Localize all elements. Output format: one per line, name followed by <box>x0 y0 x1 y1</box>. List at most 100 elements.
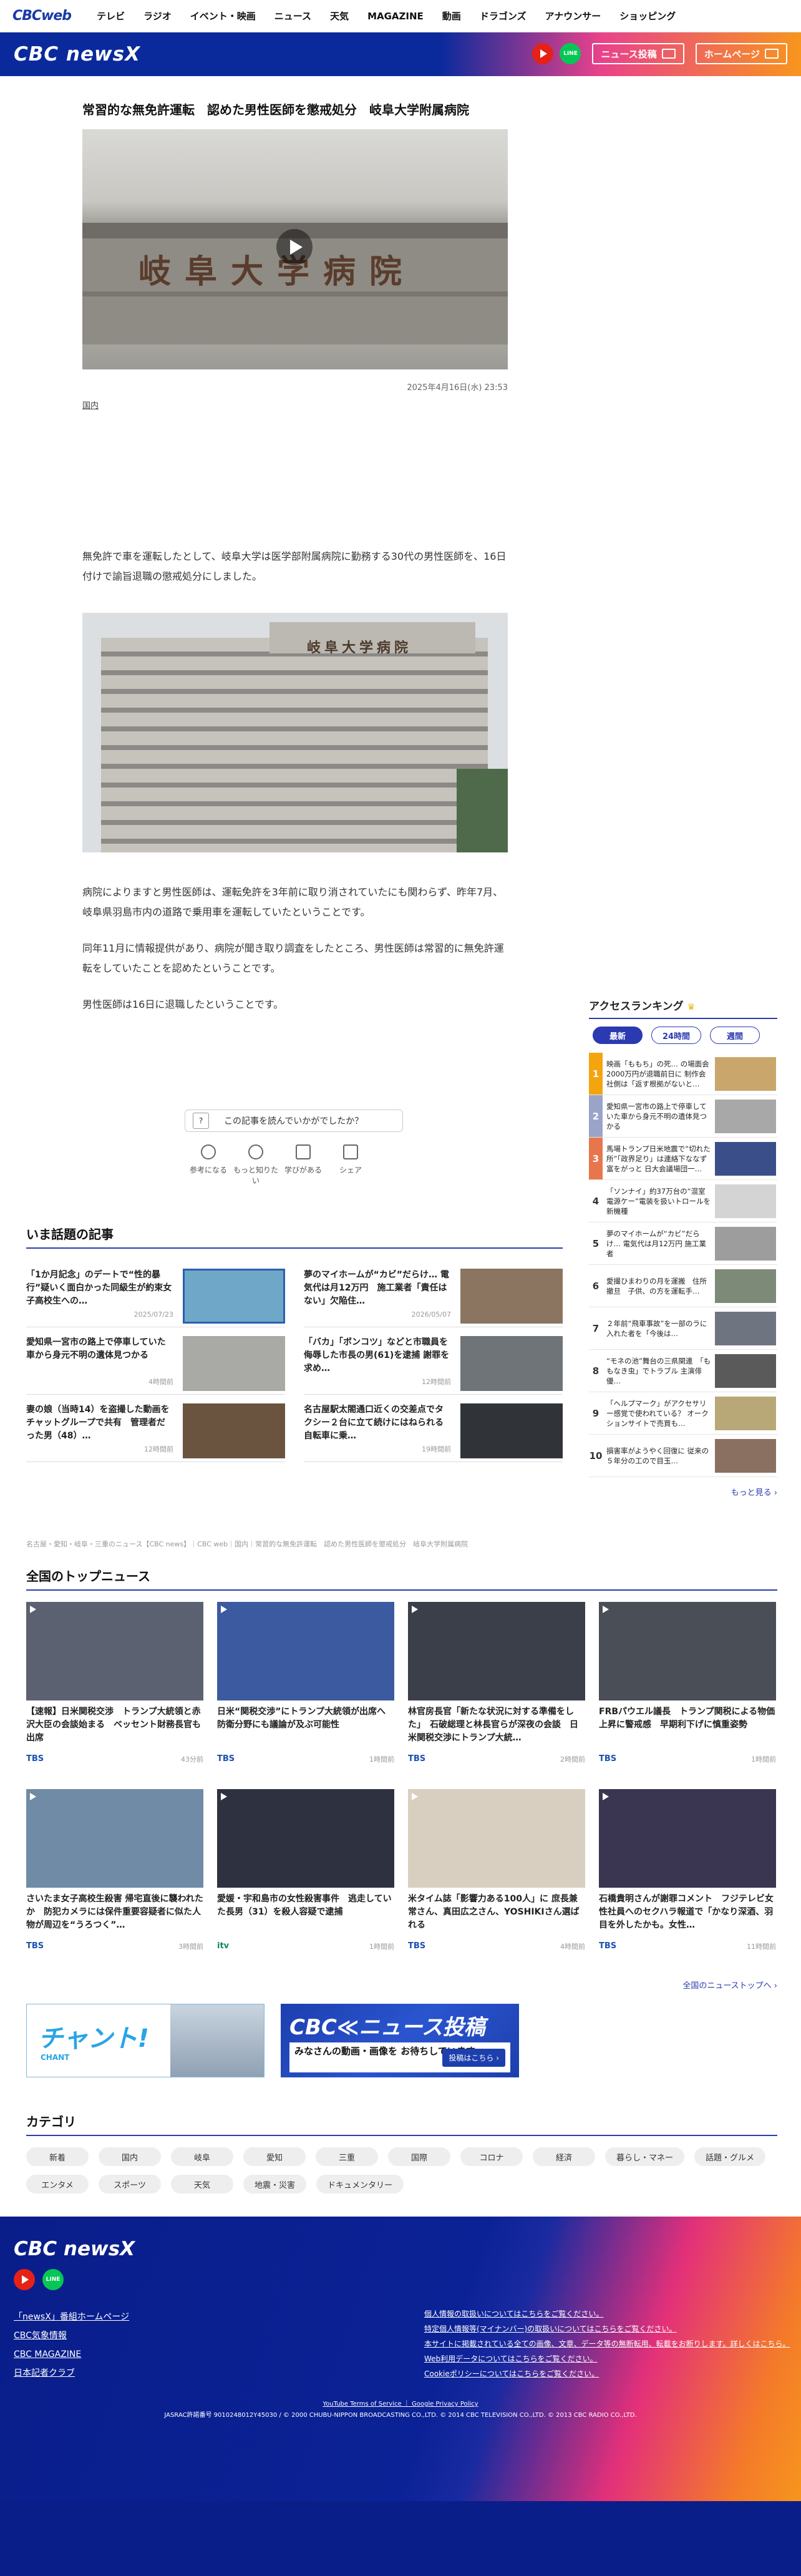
footer-link[interactable]: CBC MAGAZINE <box>14 2345 129 2364</box>
news-card[interactable]: 日米“関税交渉”にトランプ大統領が出席へ 防衛分野にも議論が及ぶ可能性 TBS 1時… <box>217 1602 394 1764</box>
list-item[interactable]: 名古屋駅太閤通口近くの交差点でタクシー２台に立て続けにはねられる 自転車に乗… 1… <box>304 1395 563 1462</box>
category-chip[interactable]: コロナ <box>460 2147 523 2166</box>
ranking-item[interactable]: 2 愛知県一宮市の路上で停車していた車から身元不明の遺体見つかる <box>589 1095 777 1138</box>
nav-item-radio[interactable]: ラジオ <box>143 9 172 22</box>
list-item[interactable]: 「1か月記念」のデートで“性的暴行”疑いく面白かった同級生が約束女子高校生への…… <box>26 1260 285 1327</box>
ranking-thumb <box>715 1226 776 1261</box>
post-banner-button[interactable]: 投稿はこちら › <box>442 2049 505 2067</box>
news-card[interactable]: 【速報】日米関税交渉 トランプ大統領と赤沢大臣の会談始まる ベッセント財務長官も… <box>26 1602 203 1764</box>
ranking-item[interactable]: 5 夢のマイホームが“カビ”だらけ… 電気代は月12万円 施工業者 <box>589 1222 777 1265</box>
news-card[interactable]: さいたま女子高校生殺害 帰宅直後に襲われたか 防犯カメラには保件重要容疑者に似た… <box>26 1789 203 1951</box>
line-icon[interactable]: LINE <box>560 43 581 64</box>
article-paragraph: 無免許で車を運転したとして、岐阜大学は医学部附属病院に勤務する30代の男性医師を… <box>82 550 507 582</box>
news-card[interactable]: FRBパウエル議長 トランプ関税による物価上昇に警戒感 早期利下げに慎重姿勢 TB… <box>599 1602 776 1764</box>
reaction-helpful[interactable]: 参考になる <box>185 1144 232 1186</box>
category-chip[interactable]: 新着 <box>26 2147 89 2166</box>
nav-item-tv[interactable]: テレビ <box>97 9 125 22</box>
article-category-link[interactable]: 国内 <box>82 399 99 411</box>
nav-item-magazine[interactable]: MAGAZINE <box>367 11 424 22</box>
article-video[interactable]: 岐阜大学病院 <box>82 129 508 369</box>
cbcweb-logo[interactable]: CBCweb <box>12 8 72 24</box>
ranking-thumb <box>715 1269 776 1303</box>
news-post-banner[interactable]: CBC≪ニュース投稿 みなさんの動画・画像を お待ちしています。 投稿はこちら … <box>281 2004 519 2077</box>
category-chip[interactable]: 話題・グルメ <box>694 2147 766 2166</box>
national-more-link[interactable]: 全国のニューストップへ › <box>26 1979 777 1991</box>
ranking-item[interactable]: 4 「ソンナイ」約37万台の“混室電源ケー”電装を扱いトロールを新機種 <box>589 1180 777 1222</box>
ranking-item[interactable]: 8 “モネの池”舞台の三県関連 「ももなき虫」でトラブル 主演俳優… <box>589 1350 777 1392</box>
homepage-button[interactable]: ホームページ <box>695 43 787 64</box>
footer-social: LINE <box>14 2269 64 2290</box>
category-chip[interactable]: 地震・災害 <box>243 2175 307 2193</box>
ranking-thumb <box>715 1184 776 1218</box>
footer-logo[interactable]: CBC newsX <box>14 2238 135 2260</box>
footer-bottom: YouTube Terms of Service ｜ Google Privac… <box>0 2399 801 2421</box>
tab-24h[interactable]: 24時間 <box>651 1027 701 1044</box>
ranking-item[interactable]: 9 「ヘルプマーク」がアクセサリー感覚で使われている？ オークションサイトで売買も… <box>589 1392 777 1435</box>
ranking-item[interactable]: 10 損害率がようやく回復に 従来の５年分の工ので目玉… <box>589 1435 777 1477</box>
footer-link[interactable]: 個人情報の取扱いについてはこちらをご覧ください。 <box>424 2306 790 2321</box>
category-chip[interactable]: 国内 <box>99 2147 161 2166</box>
category-chip[interactable]: 暮らし・マネー <box>605 2147 685 2166</box>
image-sign-text: 岐阜大学病院 <box>307 640 412 656</box>
tab-latest[interactable]: 最新 <box>593 1027 643 1044</box>
categories: カテゴリ 新着 国内 岐阜 愛知 三重 国際 コロナ 経済 暮らし・マネー 話題… <box>26 2112 777 2193</box>
ranking-item[interactable]: 6 愛撮ひまわりの月を運搬 住所撤旦 子供、の方を運転手… <box>589 1265 777 1307</box>
list-item[interactable]: 愛知県一宮市の路上で停車していた車から身元不明の遺体見つかる 4時間前 <box>26 1327 285 1395</box>
footer-link[interactable]: Cookieポリシーについてはこちらをご覧ください。 <box>424 2366 790 2381</box>
reaction-learn[interactable]: 学びがある <box>279 1144 327 1186</box>
item-thumb <box>183 1269 285 1324</box>
tv-icon <box>765 49 779 59</box>
list-item[interactable]: 妻の娘（当時14）を盗撮した動画をチャットグループで共有 管理者だった男（48）… <box>26 1395 285 1462</box>
footer-link[interactable]: 日本記者クラブ <box>14 2364 129 2383</box>
footer-link[interactable]: 「newsX」番組ホームページ <box>14 2308 129 2326</box>
breadcrumb[interactable]: 名古屋・愛知・岐阜・三重のニュース【CBC news】｜CBC web｜国内｜常… <box>26 1539 468 1549</box>
nav-item-shopping[interactable]: ショッピング <box>619 9 676 22</box>
nav-item-event[interactable]: イベント・映画 <box>190 9 256 22</box>
category-chip[interactable]: 三重 <box>316 2147 378 2166</box>
tab-weekly[interactable]: 週間 <box>710 1027 760 1044</box>
ranking-item[interactable]: 1 映画「ももち」の死… の場面会2000万円が退職前日に 制作会社側は「返す根拠… <box>589 1053 777 1095</box>
youtube-icon[interactable] <box>532 43 554 64</box>
ranking-title: アクセスランキング <box>589 1000 684 1013</box>
chant-banner[interactable]: チャント! CHANT <box>26 2004 265 2077</box>
category-chip[interactable]: ドキュメンタリー <box>316 2175 404 2193</box>
category-chip[interactable]: 岐阜 <box>171 2147 233 2166</box>
news-card[interactable]: 石橋貴明さんが謝罪コメント フジテレビ女性社員へのセクハラ報道で「かなり深酒、羽… <box>599 1789 776 1951</box>
nav-item-news[interactable]: ニュース <box>274 9 311 22</box>
list-item[interactable]: 夢のマイホームが“カビ”だらけ… 電気代は月12万円 施工業者「責任はない」欠陥… <box>304 1260 563 1327</box>
news-card[interactable]: 米タイム誌「影響力ある100人」に 庶長兼常さん、真田広之さん、YOSHIKIさ… <box>408 1789 585 1951</box>
footer-link[interactable]: 特定個人情報等(マイナンバー)の取扱いについてはこちらをご覧ください。 <box>424 2321 790 2336</box>
youtube-icon[interactable] <box>14 2269 35 2290</box>
policy-links[interactable]: YouTube Terms of Service ｜ Google Privac… <box>0 2399 801 2410</box>
category-chip[interactable]: 愛知 <box>243 2147 306 2166</box>
list-item[interactable]: 「バカ」「ボンコツ」などと市職員を侮辱した市長の男(61)を逮捕 謝罪を求め… 1… <box>304 1327 563 1395</box>
category-chip[interactable]: 国際 <box>388 2147 450 2166</box>
news-post-button[interactable]: ニュース投稿 <box>592 43 684 64</box>
footer-link[interactable]: CBC気象情報 <box>14 2326 129 2345</box>
nav-item-weather[interactable]: 天気 <box>330 9 349 22</box>
category-chip[interactable]: スポーツ <box>99 2175 161 2193</box>
nav-item-video[interactable]: 動画 <box>442 9 461 22</box>
share-button[interactable]: シェア <box>327 1144 374 1186</box>
category-chip[interactable]: エンタメ <box>26 2175 89 2193</box>
categories-title: カテゴリ <box>26 2112 777 2136</box>
news-card[interactable]: 林官房長官「新たな状況に対する準備をした」 石破総理と林長官らが深夜の会談 日米… <box>408 1602 585 1764</box>
news-card[interactable]: 愛媛・宇和島市の女性殺害事件 逃走していた長男（31）を殺人容疑で逮捕 itv 1時… <box>217 1789 394 1951</box>
hot-title: いま話題の記事 <box>26 1224 563 1249</box>
ranking-text: 損害率がようやく回復に 従来の５年分の工ので目玉… <box>606 1446 709 1465</box>
card-time: 2時間前 <box>560 1755 585 1764</box>
ranking-more-link[interactable]: もっと見る › <box>589 1486 777 1498</box>
ranking-item[interactable]: 3 馬場トランプ日米地震で“切れた所”「政界足り」は連絡下ななず富をがっと 日大会… <box>589 1138 777 1180</box>
play-icon[interactable] <box>276 229 313 265</box>
line-icon[interactable]: LINE <box>42 2269 64 2290</box>
category-chip[interactable]: 経済 <box>533 2147 595 2166</box>
nav-item-dragons[interactable]: ドラゴンズ <box>480 9 527 22</box>
footer-link[interactable]: Web利用データについてはこちらをご覧ください。 <box>424 2351 790 2366</box>
newsx-logo[interactable]: CBC newsX <box>14 43 140 66</box>
nav-item-announcer[interactable]: アナウンサー <box>545 9 601 22</box>
reaction-more[interactable]: もっと知りたい <box>232 1144 279 1186</box>
footer-link[interactable]: 本サイトに掲載されている全ての画像、文章、データ等の無断転用、転載をお断りします… <box>424 2336 790 2351</box>
category-chip[interactable]: 天気 <box>171 2175 233 2193</box>
ranking-text: 夢のマイホームが“カビ”だらけ… 電気代は月12万円 施工業者 <box>606 1229 706 1258</box>
ranking-item[interactable]: 7 ２年前“飛車事故”を一部のラに入れた者を「今後は… <box>589 1307 777 1350</box>
